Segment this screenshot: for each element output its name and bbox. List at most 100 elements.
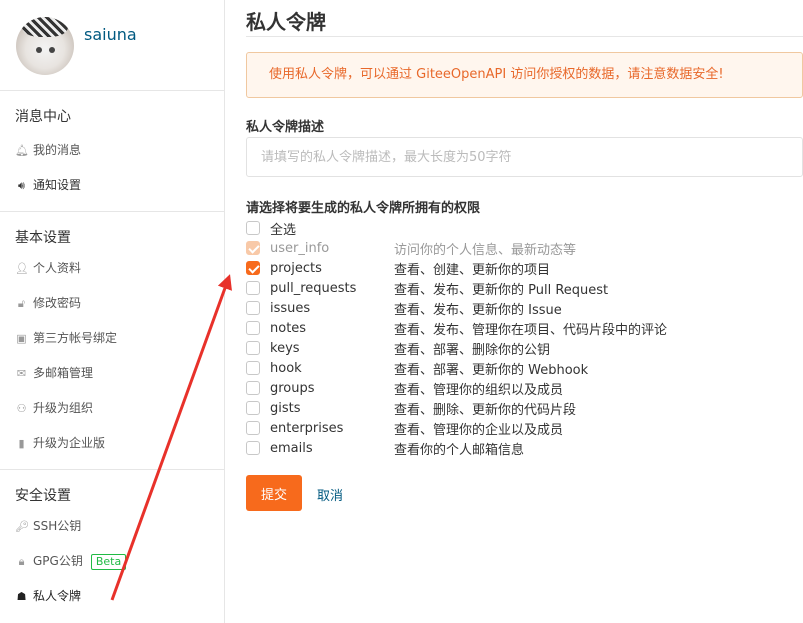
permission-row-keys[interactable]: keys 查看、部署、删除你的公钥 <box>246 338 803 358</box>
permission-name: projects <box>270 260 322 276</box>
section-message-center: 消息中心 🔔︎ 我的消息 🔊︎ 通知设置 <box>0 91 224 212</box>
group-icon: ⚇ <box>16 402 27 415</box>
permission-checkbox[interactable] <box>246 321 260 335</box>
permission-checkbox[interactable] <box>246 381 260 395</box>
sidebar-item-label: 修改密码 <box>33 296 82 310</box>
permission-checkbox[interactable] <box>246 441 260 455</box>
sidebar-item-gpg-keys[interactable]: 🔒︎ GPG公钥 Beta <box>0 544 224 579</box>
beta-badge: Beta <box>90 553 127 570</box>
sidebar-item-label: 个人资料 <box>33 261 82 275</box>
permission-name: user_info <box>270 240 330 256</box>
token-description-label: 私人令牌描述 <box>246 120 325 135</box>
sidebar-item-label: 第三方帐号绑定 <box>33 331 118 345</box>
avatar[interactable] <box>16 17 74 75</box>
lock-icon: 🔒︎ <box>18 555 25 568</box>
permission-row-user-info: user_info 访问你的个人信息、最新动态等 <box>246 238 803 258</box>
key-icon: 🔑︎ <box>15 520 29 533</box>
permission-name: groups <box>270 380 315 396</box>
permission-checkbox[interactable] <box>246 281 260 295</box>
id-card-icon: ▣ <box>16 332 27 345</box>
section-basic-settings: 基本设置 👤︎ 个人资料 🔓︎ 修改密码 ▣ 第三方帐号绑定 ✉ 多邮箱管理 ⚇… <box>0 212 224 470</box>
sidebar-item-label: 私人令牌 <box>33 589 82 603</box>
permission-checkbox[interactable] <box>246 261 260 275</box>
sidebar-item-upgrade-organization[interactable]: ⚇ 升级为组织 <box>0 391 224 426</box>
permission-name: hook <box>270 360 302 376</box>
unlock-icon: 🔓︎ <box>17 297 26 310</box>
permission-checkbox[interactable] <box>246 361 260 375</box>
profile-header: saiuna <box>0 0 224 91</box>
sidebar-item-third-party-binding[interactable]: ▣ 第三方帐号绑定 <box>0 321 224 356</box>
permission-name: pull_requests <box>270 280 357 296</box>
speaker-icon: 🔊︎ <box>18 179 25 192</box>
section-security-settings: 安全设置 🔑︎ SSH公钥 🔒︎ GPG公钥 Beta ☗ 私人令牌 <box>0 470 224 614</box>
permissions-list: 全选 user_info 访问你的个人信息、最新动态等 projects 查看、创建、… <box>246 218 803 458</box>
sidebar-item-label: 多邮箱管理 <box>33 366 94 380</box>
permission-description: 查看、发布、更新你的 Pull Request <box>394 282 609 298</box>
select-all-label: 全选 <box>270 222 297 238</box>
select-all-row[interactable]: 全选 <box>246 218 803 238</box>
permission-description: 查看、发布、管理你在项目、代码片段中的评论 <box>394 322 668 338</box>
section-title: 基本设置 <box>15 230 71 246</box>
permission-name: notes <box>270 320 307 336</box>
submit-button[interactable]: 提交 <box>246 475 302 511</box>
sidebar-item-label: 升级为组织 <box>33 401 94 415</box>
sidebar-item-label: GPG公钥 <box>33 554 83 568</box>
permission-description: 查看、创建、更新你的项目 <box>394 262 551 278</box>
permission-checkbox[interactable] <box>246 341 260 355</box>
permission-description: 查看你的个人邮箱信息 <box>394 442 525 458</box>
token-description-input[interactable] <box>246 137 803 177</box>
permission-row-pull-requests[interactable]: pull_requests 查看、发布、更新你的 Pull Request <box>246 278 803 298</box>
bell-icon: 🔔︎ <box>15 144 29 157</box>
permission-name: issues <box>270 300 311 316</box>
permission-description: 查看、管理你的组织以及成员 <box>394 382 564 398</box>
sidebar-item-email-management[interactable]: ✉ 多邮箱管理 <box>0 356 224 391</box>
page-title: 私人令牌 <box>246 10 326 34</box>
permission-row-hook[interactable]: hook 查看、部署、更新你的 Webhook <box>246 358 803 378</box>
permission-description: 访问你的个人信息、最新动态等 <box>394 242 577 258</box>
sidebar-item-label: 通知设置 <box>33 178 82 192</box>
permission-description: 查看、删除、更新你的代码片段 <box>394 402 577 418</box>
building-icon: ▮ <box>18 437 25 450</box>
sidebar-item-label: 我的消息 <box>33 143 82 157</box>
permission-row-enterprises[interactable]: enterprises 查看、管理你的企业以及成员 <box>246 418 803 438</box>
permission-row-groups[interactable]: groups 查看、管理你的组织以及成员 <box>246 378 803 398</box>
permission-name: keys <box>270 340 300 356</box>
permission-description: 查看、部署、更新你的 Webhook <box>394 362 589 378</box>
section-title: 安全设置 <box>15 488 71 504</box>
sitemap-icon: ☗ <box>16 590 27 603</box>
sidebar-item-notification-settings[interactable]: 🔊︎ 通知设置 <box>0 168 224 203</box>
sidebar-item-ssh-keys[interactable]: 🔑︎ SSH公钥 <box>0 509 224 544</box>
permission-checkbox <box>246 241 260 255</box>
permission-row-projects[interactable]: projects 查看、创建、更新你的项目 <box>246 258 803 278</box>
sidebar: saiuna 消息中心 🔔︎ 我的消息 🔊︎ 通知设置 基本设置 👤︎ 个人资料… <box>0 0 225 623</box>
permission-description: 查看、部署、删除你的公钥 <box>394 342 551 358</box>
permission-description: 查看、管理你的企业以及成员 <box>394 422 564 438</box>
sidebar-item-change-password[interactable]: 🔓︎ 修改密码 <box>0 286 224 321</box>
permission-description: 查看、发布、更新你的 Issue <box>394 302 562 318</box>
permission-checkbox[interactable] <box>246 401 260 415</box>
sidebar-item-profile[interactable]: 👤︎ 个人资料 <box>0 251 224 286</box>
permissions-label: 请选择将要生成的私人令牌所拥有的权限 <box>246 201 481 216</box>
user-icon: 👤︎ <box>15 262 29 275</box>
warning-message: 使用私人令牌，可以通过 GiteeOpenAPI 访问你授权的数据，请注意数据安… <box>246 52 803 98</box>
mail-icon: ✉ <box>16 367 27 380</box>
permission-checkbox[interactable] <box>246 421 260 435</box>
section-title: 消息中心 <box>15 109 71 125</box>
permission-name: emails <box>270 440 313 456</box>
permission-name: gists <box>270 400 301 416</box>
divider <box>246 36 803 37</box>
sidebar-item-label: 升级为企业版 <box>33 436 106 450</box>
sidebar-item-private-tokens[interactable]: ☗ 私人令牌 <box>0 579 224 614</box>
sidebar-item-upgrade-enterprise[interactable]: ▮ 升级为企业版 <box>0 426 224 461</box>
sidebar-item-my-messages[interactable]: 🔔︎ 我的消息 <box>0 133 224 168</box>
permission-row-emails[interactable]: emails 查看你的个人邮箱信息 <box>246 438 803 458</box>
select-all-checkbox[interactable] <box>246 221 260 235</box>
sidebar-item-label: SSH公钥 <box>33 519 82 533</box>
cancel-link[interactable]: 取消 <box>317 485 343 504</box>
username[interactable]: saiuna <box>84 25 137 44</box>
permission-checkbox[interactable] <box>246 301 260 315</box>
permission-name: enterprises <box>270 420 344 436</box>
permission-row-issues[interactable]: issues 查看、发布、更新你的 Issue <box>246 298 803 318</box>
permission-row-gists[interactable]: gists 查看、删除、更新你的代码片段 <box>246 398 803 418</box>
permission-row-notes[interactable]: notes 查看、发布、管理你在项目、代码片段中的评论 <box>246 318 803 338</box>
